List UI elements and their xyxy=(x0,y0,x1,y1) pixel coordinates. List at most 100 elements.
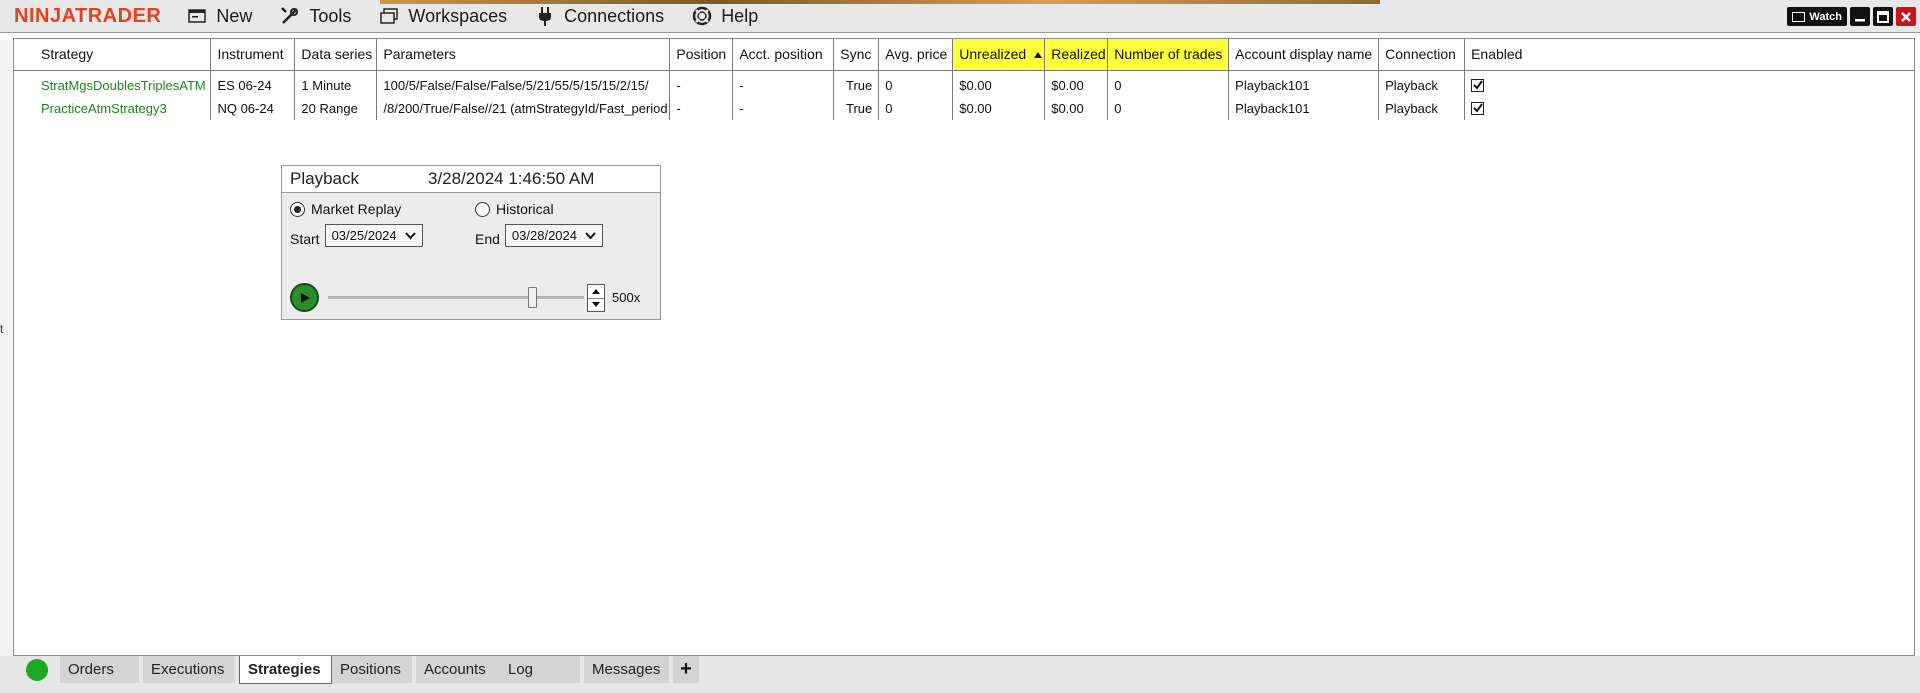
ninjatrader-logo: NINJATRADER xyxy=(14,4,162,27)
background-window-edge xyxy=(0,40,12,656)
col-unrealized-label: Unrealized xyxy=(959,46,1027,63)
chevron-down-icon xyxy=(585,228,596,243)
col-instrument[interactable]: Instrument xyxy=(210,39,296,71)
enabled-checkbox[interactable] xyxy=(1471,101,1485,115)
empty-cell xyxy=(670,120,733,648)
cell-data-series: 20 Range xyxy=(294,97,378,120)
col-data-series[interactable]: Data series xyxy=(294,39,378,71)
col-position[interactable]: Position xyxy=(669,39,734,71)
cell-parameters: 100/5/False/False/False/5/21/55/5/15/15/… xyxy=(376,70,671,97)
empty-cell xyxy=(733,120,834,648)
market-replay-radio[interactable] xyxy=(290,201,305,217)
start-date-picker[interactable]: 03/25/2024 xyxy=(324,224,423,247)
close-button[interactable] xyxy=(1896,7,1916,26)
play-icon xyxy=(300,292,310,303)
cell-unrealized: $0.00 xyxy=(952,70,1046,97)
empty-cell xyxy=(14,120,211,648)
start-date-row: Start 03/25/2024 xyxy=(290,224,423,247)
menu-new-label: New xyxy=(216,5,253,26)
col-parameters[interactable]: Parameters xyxy=(376,39,671,71)
minimize-button[interactable] xyxy=(1850,7,1870,26)
help-lifebuoy-icon xyxy=(692,6,712,26)
cell-number-of-trades: 0 xyxy=(1107,97,1230,120)
mode-market-replay[interactable]: Market Replay xyxy=(290,201,401,217)
tab-log[interactable]: Log xyxy=(500,656,580,683)
col-strategy[interactable]: Strategy xyxy=(14,39,212,71)
playback-speed-track[interactable] xyxy=(328,296,584,299)
maximize-button[interactable] xyxy=(1873,7,1893,26)
empty-cell xyxy=(834,120,879,648)
cell-avg-price: 0 xyxy=(878,70,954,97)
tab-positions[interactable]: Positions xyxy=(332,656,412,683)
market-replay-label: Market Replay xyxy=(311,201,402,217)
col-number-of-trades[interactable]: Number of trades xyxy=(1107,39,1230,71)
col-sync[interactable]: Sync xyxy=(833,39,880,71)
watch-button[interactable]: Watch xyxy=(1787,7,1847,26)
speed-stepper[interactable] xyxy=(587,284,605,312)
tab-orders[interactable]: Orders xyxy=(60,656,139,683)
playback-speed-slider-thumb[interactable] xyxy=(528,287,538,308)
cell-position: - xyxy=(669,70,734,97)
menu-connections[interactable]: Connections xyxy=(535,0,664,33)
mode-historical[interactable]: Historical xyxy=(475,201,554,217)
radio-selected-dot xyxy=(294,205,301,213)
col-account-display-name[interactable]: Account display name xyxy=(1228,39,1380,71)
cell-acct-position: - xyxy=(732,97,835,120)
chevron-down-icon xyxy=(404,228,416,243)
cell-number-of-trades: 0 xyxy=(1107,70,1230,97)
cell-sync: True xyxy=(833,97,880,120)
end-date-picker[interactable]: 03/28/2024 xyxy=(504,224,603,247)
tab-strategies[interactable]: Strategies xyxy=(239,656,332,684)
watch-label: Watch xyxy=(1809,10,1842,23)
menu-help-label: Help xyxy=(721,5,759,26)
cell-strategy: StratMgsDoublesTriplesATM xyxy=(14,70,212,97)
tab-executions[interactable]: Executions xyxy=(143,656,235,683)
menu-bar: NINJATRADER New Tools Workspaces Connect… xyxy=(0,0,1920,33)
stepper-down-icon[interactable] xyxy=(588,299,604,312)
tools-icon xyxy=(280,6,300,26)
table-row[interactable]: PracticeAtmStrategy3 NQ 06-24 20 Range /… xyxy=(14,97,1914,120)
cell-enabled xyxy=(1465,97,1914,120)
start-date-value: 03/25/2024 xyxy=(331,228,397,243)
edge-fragment-text: t xyxy=(0,322,4,336)
stepper-up-icon[interactable] xyxy=(588,285,604,299)
enabled-checkbox[interactable] xyxy=(1471,78,1485,92)
playback-header[interactable]: Playback 3/28/2024 1:46:50 AM xyxy=(282,166,660,193)
checkmark-icon xyxy=(1472,80,1483,90)
playback-title: Playback xyxy=(290,169,359,188)
play-button[interactable] xyxy=(290,283,319,312)
end-date-row: End 03/28/2024 xyxy=(475,224,603,247)
sort-ascending-icon xyxy=(1034,52,1043,59)
strategies-table: Strategy Instrument Data series Paramete… xyxy=(14,39,1914,648)
checkmark-icon xyxy=(1472,103,1483,113)
tab-messages[interactable]: Messages xyxy=(584,656,669,683)
menu-tools-label: Tools xyxy=(309,5,352,26)
menu-workspaces[interactable]: Workspaces xyxy=(379,0,507,33)
empty-cell xyxy=(1045,120,1108,648)
table-row[interactable]: StratMgsDoublesTriplesATM ES 06-24 1 Min… xyxy=(14,70,1914,97)
maximize-icon xyxy=(1877,10,1889,23)
cell-account: Playback101 xyxy=(1228,70,1380,97)
menu-connections-label: Connections xyxy=(564,5,665,26)
col-acct-position[interactable]: Acct. position xyxy=(732,39,835,71)
cell-realized: $0.00 xyxy=(1044,70,1109,97)
menu-help[interactable]: Help xyxy=(692,0,758,33)
empty-cell xyxy=(1379,120,1465,648)
add-tab-button[interactable]: + xyxy=(673,656,699,683)
playback-time: 3/28/2024 1:46:50 AM xyxy=(428,169,595,188)
menu-new[interactable]: New xyxy=(187,0,252,33)
window-controls: Watch xyxy=(1787,7,1916,26)
cell-connection: Playback xyxy=(1378,70,1466,97)
tab-accounts[interactable]: Accounts xyxy=(416,656,500,683)
close-icon xyxy=(1901,11,1911,22)
col-enabled[interactable]: Enabled xyxy=(1464,39,1914,71)
col-realized[interactable]: Realized xyxy=(1044,39,1109,71)
menu-tools[interactable]: Tools xyxy=(280,0,351,33)
historical-radio[interactable] xyxy=(475,201,490,217)
col-unrealized[interactable]: Unrealized xyxy=(952,39,1046,71)
col-avg-price[interactable]: Avg. price xyxy=(878,39,954,71)
minimize-icon xyxy=(1855,18,1865,21)
end-label: End xyxy=(475,230,500,247)
col-connection[interactable]: Connection xyxy=(1378,39,1466,71)
cell-instrument: NQ 06-24 xyxy=(210,97,296,120)
